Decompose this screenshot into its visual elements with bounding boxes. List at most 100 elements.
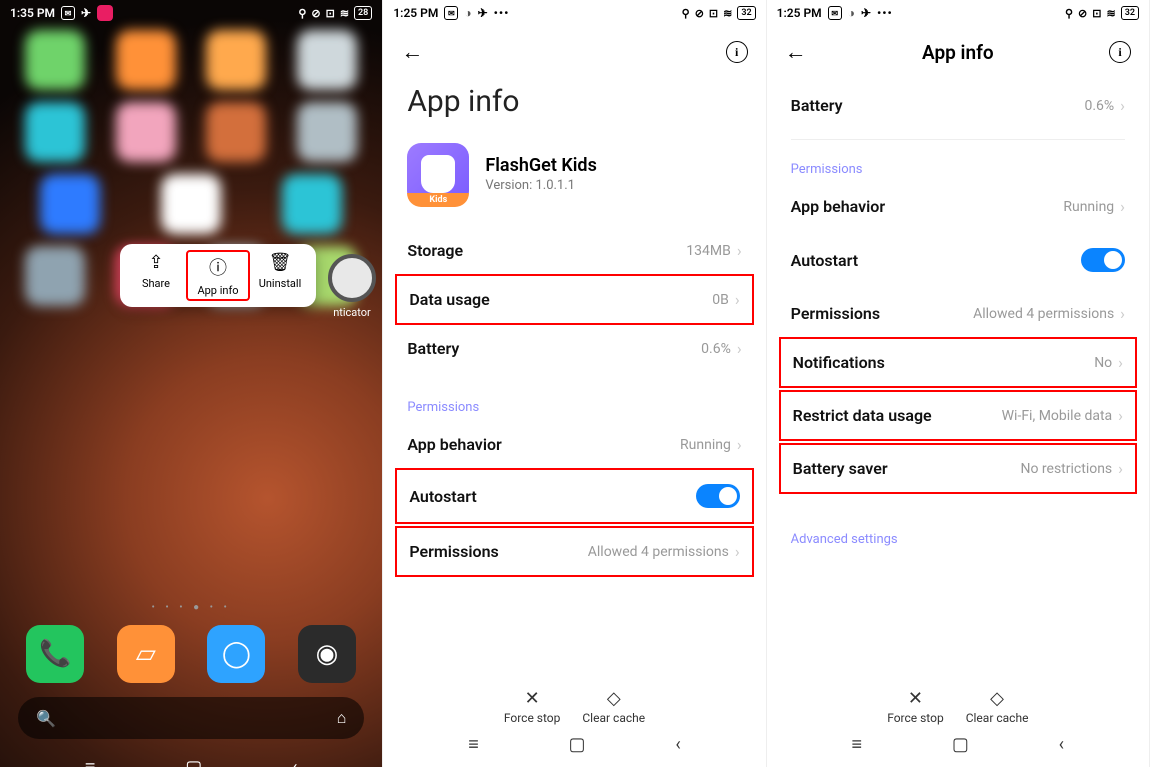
clear-cache-button[interactable]: ◇ Clear cache: [966, 688, 1029, 725]
app-tile-blur[interactable]: [161, 174, 221, 234]
force-stop-label: Force stop: [504, 711, 561, 725]
app-tile-blur[interactable]: [116, 102, 176, 162]
row-permissions[interactable]: Permissions Allowed 4 permissions›: [767, 288, 1149, 339]
section-permissions: Permissions: [767, 148, 1149, 181]
page-indicator[interactable]: • • • ● • •: [0, 602, 382, 613]
row-label: Autostart: [409, 487, 476, 506]
dnd-icon: ⊘: [695, 7, 704, 20]
back-icon[interactable]: ←: [401, 39, 423, 65]
dock-browser-icon[interactable]: ◯: [207, 625, 265, 683]
row-value: No restrictions: [1020, 461, 1112, 477]
nav-home-icon[interactable]: ▢: [569, 734, 586, 755]
app-row: [0, 96, 382, 168]
nav-home-icon[interactable]: ▢: [185, 757, 202, 767]
dnd-icon: ⊘: [1078, 7, 1087, 20]
chevron-right-icon: ›: [1120, 96, 1125, 115]
row-app-behavior[interactable]: App behavior Running›: [767, 181, 1149, 232]
highlight-data-usage: Data usage 0B›: [395, 274, 753, 325]
nav-back-icon[interactable]: ‹: [1059, 734, 1064, 755]
status-notif-icon: ✉: [444, 6, 458, 20]
app-tile-blur[interactable]: [297, 30, 357, 90]
row-label: Battery: [791, 96, 843, 115]
row-value: Wi-Fi, Mobile data: [1002, 408, 1113, 424]
app-tile-blur[interactable]: [297, 102, 357, 162]
row-restrict-data[interactable]: Restrict data usage Wi-Fi, Mobile data›: [781, 392, 1135, 439]
home-icon[interactable]: ⌂: [337, 708, 347, 728]
send-icon: ✈: [81, 6, 91, 20]
app-identity: Kids FlashGet Kids Version: 1.0.1.1: [383, 143, 765, 225]
bottom-actions: ✕ Force stop ◇ Clear cache: [767, 688, 1149, 725]
search-icon: 🔍: [36, 709, 56, 728]
row-label: Battery saver: [793, 459, 888, 478]
row-battery-saver[interactable]: Battery saver No restrictions›: [781, 445, 1135, 492]
row-notifications[interactable]: Notifications No›: [781, 339, 1135, 386]
status-more-icon: •••: [494, 6, 510, 20]
highlight-notifications: Notifications No›: [779, 337, 1137, 388]
row-autostart[interactable]: Autostart: [767, 232, 1149, 288]
row-autostart[interactable]: Autostart: [397, 470, 751, 522]
row-label: Storage: [407, 241, 463, 260]
row-label: App behavior: [407, 435, 501, 454]
highlight-autostart: Autostart: [395, 468, 753, 524]
status-bar: 1:25 PM ✉ ◑ ✈ ••• ⚲ ⊘ ⊡ ≋ 32: [383, 0, 765, 24]
chevron-right-icon: ›: [735, 290, 740, 309]
popup-uninstall[interactable]: 🗑 Uninstall: [248, 252, 312, 299]
search-bar[interactable]: 🔍 ⌂: [18, 697, 364, 739]
section-advanced: Advanced settings: [767, 492, 1149, 551]
row-battery[interactable]: Battery 0.6%›: [767, 80, 1149, 131]
app-authenticator-partial[interactable]: nticator: [326, 254, 378, 319]
toggle-autostart[interactable]: [1081, 248, 1125, 272]
force-stop-button[interactable]: ✕ Force stop: [504, 688, 561, 725]
row-label: Data usage: [409, 290, 489, 309]
back-icon[interactable]: ←: [785, 39, 807, 65]
dnd-icon: ⊘: [311, 7, 320, 20]
rotate-icon: ⊡: [709, 7, 718, 20]
nav-home-icon[interactable]: ▢: [952, 734, 969, 755]
telegram-icon: ◑: [464, 6, 471, 20]
app-info-panel: 1:25 PM ✉ ◑ ✈ ••• ⚲ ⊘ ⊡ ≋ 32 ← i App inf…: [383, 0, 766, 767]
nav-recents-icon[interactable]: ≡: [85, 757, 96, 767]
force-stop-button[interactable]: ✕ Force stop: [887, 688, 944, 725]
dock-camera-icon[interactable]: ◉: [298, 625, 356, 683]
app-tile-blur[interactable]: [282, 174, 342, 234]
app-tile-blur[interactable]: [25, 246, 85, 306]
app-tile-blur[interactable]: [25, 102, 85, 162]
row-value: No: [1094, 355, 1112, 371]
row-permissions[interactable]: Permissions Allowed 4 permissions›: [397, 528, 751, 575]
chevron-right-icon: ›: [1120, 197, 1125, 216]
authenticator-icon: [328, 254, 376, 302]
row-data-usage[interactable]: Data usage 0B›: [397, 276, 751, 323]
bluetooth-icon: ⚲: [682, 7, 690, 20]
wifi-icon: ≋: [1106, 7, 1115, 20]
info-icon[interactable]: i: [726, 41, 748, 63]
clear-cache-button[interactable]: ◇ Clear cache: [582, 688, 645, 725]
status-bar: 1:25 PM ✉ ◑ ✈ ••• ⚲ ⊘ ⊡ ≋ 32: [767, 0, 1149, 24]
app-tile-blur[interactable]: [206, 102, 266, 162]
row-label: Notifications: [793, 353, 885, 372]
toggle-autostart[interactable]: [696, 484, 740, 508]
home-screen-panel: 1:35 PM ✉ ✈ ⚲ ⊘ ⊡ ≋ 28: [0, 0, 383, 767]
popup-appinfo[interactable]: ⓘ App info: [186, 250, 250, 301]
app-icon-badge: Kids: [407, 193, 469, 207]
nav-back-icon[interactable]: ‹: [292, 757, 297, 767]
row-battery[interactable]: Battery 0.6%›: [383, 323, 765, 374]
popup-share[interactable]: ⇪ Share: [124, 252, 188, 299]
telegram-icon: ◑: [848, 6, 855, 20]
nav-recents-icon[interactable]: ≡: [852, 734, 863, 755]
app-tile-blur[interactable]: [206, 30, 266, 90]
wifi-icon: ≋: [340, 7, 349, 20]
info-icon[interactable]: i: [1109, 41, 1131, 63]
shield-icon: [421, 155, 455, 193]
row-app-behavior[interactable]: App behavior Running›: [383, 419, 765, 470]
row-value: Allowed 4 permissions: [588, 544, 729, 560]
app-tile-blur[interactable]: [25, 30, 85, 90]
app-tile-blur[interactable]: [116, 30, 176, 90]
section-permissions: Permissions: [383, 374, 765, 419]
nav-recents-icon[interactable]: ≡: [468, 734, 479, 755]
battery-level: 32: [1121, 6, 1139, 20]
nav-back-icon[interactable]: ‹: [675, 734, 680, 755]
dock-files-icon[interactable]: ▱: [117, 625, 175, 683]
row-storage[interactable]: Storage 134MB›: [383, 225, 765, 276]
app-tile-blur[interactable]: [40, 174, 100, 234]
dock-phone-icon[interactable]: 📞: [26, 625, 84, 683]
